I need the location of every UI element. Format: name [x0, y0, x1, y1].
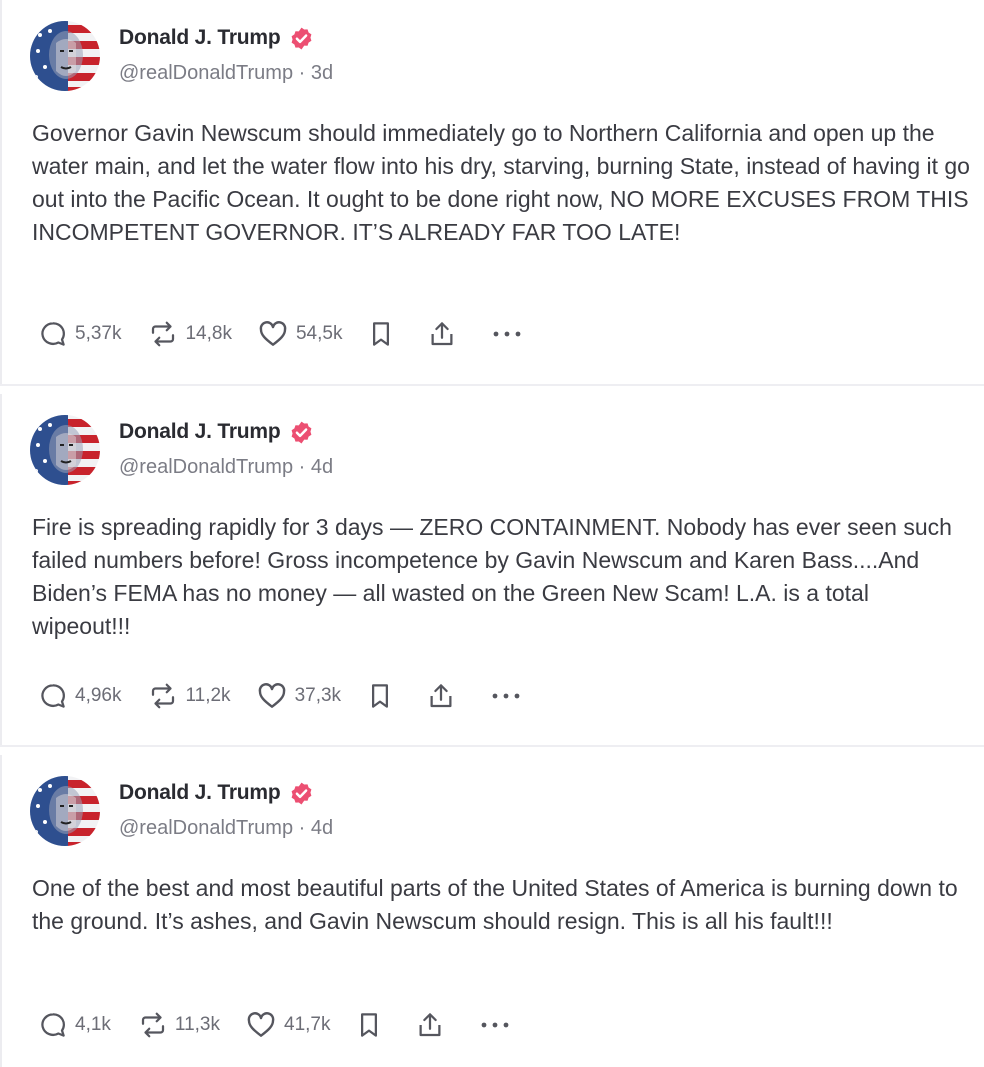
reply-count: 4,1k	[75, 1014, 111, 1035]
speech-bubble-icon	[41, 684, 65, 708]
more-options-button[interactable]	[490, 681, 522, 711]
heart-icon	[258, 683, 285, 708]
author-row: Donald J. Trump	[119, 418, 314, 446]
like-count: 54,5k	[295, 323, 343, 344]
author-row: Donald J. Trump	[119, 779, 314, 807]
like-count: 41,7k	[284, 1014, 331, 1035]
share-button[interactable]	[427, 319, 457, 349]
meta-separator: ·	[293, 62, 311, 84]
bookmark-button[interactable]	[354, 1010, 384, 1040]
post-text: Governor Gavin Newscum should immediatel…	[32, 120, 970, 245]
reply-button[interactable]: 5,37k	[38, 319, 121, 349]
reply-button[interactable]: 4,96k	[38, 681, 121, 711]
ellipsis-icon	[494, 331, 521, 337]
post[interactable]: Donald J. Trump @realDonaldTrump · 4d Fi…	[0, 394, 984, 745]
share-button[interactable]	[415, 1010, 445, 1040]
author-handle[interactable]: @realDonaldTrump	[119, 456, 293, 478]
post[interactable]: Donald J. Trump @realDonaldTrump · 3d Go…	[0, 0, 984, 384]
post[interactable]: Donald J. Trump @realDonaldTrump · 4d On…	[0, 755, 984, 1067]
share-upload-icon	[430, 684, 452, 708]
bookmark-icon	[373, 322, 390, 346]
post-time[interactable]: 4d	[311, 456, 333, 478]
avatar-image	[30, 415, 100, 485]
reply-button[interactable]: 4,1k	[38, 1010, 111, 1040]
more-options-button[interactable]	[479, 1010, 511, 1040]
author-meta: @realDonaldTrump · 4d	[119, 456, 333, 479]
like-button[interactable]: 37,3k	[256, 680, 341, 712]
like-button[interactable]: 41,7k	[245, 1009, 330, 1041]
post-actions: 4,1k 11,3k 41,7k	[38, 1007, 511, 1043]
avatar[interactable]	[30, 415, 100, 485]
avatar[interactable]	[30, 776, 100, 846]
avatar-image	[30, 21, 100, 91]
heart-icon	[259, 321, 287, 346]
repost-arrows-icon	[152, 321, 175, 347]
repost-count: 11,2k	[185, 685, 231, 706]
repost-arrows-icon	[141, 1012, 165, 1038]
like-count: 37,3k	[294, 685, 342, 706]
ellipsis-icon	[492, 693, 520, 699]
author-meta: @realDonaldTrump · 4d	[119, 817, 333, 840]
bookmark-button[interactable]	[365, 681, 395, 711]
bookmark-button[interactable]	[366, 319, 396, 349]
reply-count: 4,96k	[75, 685, 122, 706]
repost-button[interactable]: 11,3k	[138, 1010, 220, 1040]
post-text: One of the best and most beautiful parts…	[32, 875, 958, 934]
verified-badge-icon	[289, 26, 314, 51]
author-name[interactable]: Donald J. Trump	[119, 781, 281, 805]
verified-badge-icon	[289, 420, 314, 445]
repost-button[interactable]: 14,8k	[148, 319, 232, 349]
post-time[interactable]: 4d	[311, 817, 333, 839]
repost-button[interactable]: 11,2k	[148, 681, 231, 711]
heart-icon	[247, 1012, 275, 1037]
bookmark-icon	[361, 1013, 378, 1037]
share-upload-icon	[431, 322, 453, 346]
repost-count: 11,3k	[174, 1014, 220, 1035]
repost-arrows-icon	[152, 683, 175, 709]
author-name[interactable]: Donald J. Trump	[119, 26, 281, 50]
reply-count: 5,37k	[75, 323, 122, 344]
share-upload-icon	[419, 1013, 441, 1037]
feed: Donald J. Trump @realDonaldTrump · 3d Go…	[0, 0, 984, 1067]
post-divider	[0, 384, 984, 386]
post-actions: 4,96k 11,2k 37,3k	[38, 678, 522, 714]
meta-separator: ·	[293, 456, 311, 478]
meta-separator: ·	[293, 817, 311, 839]
bookmark-icon	[372, 684, 389, 708]
author-name[interactable]: Donald J. Trump	[119, 420, 281, 444]
author-handle[interactable]: @realDonaldTrump	[119, 62, 293, 84]
verified-badge-icon	[289, 781, 314, 806]
post-text: Fire is spreading rapidly for 3 days — Z…	[32, 514, 952, 639]
author-handle[interactable]: @realDonaldTrump	[119, 817, 293, 839]
post-time[interactable]: 3d	[311, 62, 333, 84]
speech-bubble-icon	[41, 322, 65, 346]
share-button[interactable]	[426, 681, 456, 711]
repost-count: 14,8k	[185, 323, 232, 344]
more-options-button[interactable]	[491, 319, 523, 349]
ellipsis-icon	[482, 1022, 509, 1028]
post-actions: 5,37k 14,8k 54,5k	[38, 316, 523, 352]
speech-bubble-icon	[41, 1013, 65, 1037]
post-divider	[0, 745, 984, 747]
author-meta: @realDonaldTrump · 3d	[119, 62, 333, 85]
like-button[interactable]: 54,5k	[257, 318, 342, 350]
avatar[interactable]	[30, 21, 100, 91]
author-row: Donald J. Trump	[119, 24, 314, 52]
avatar-image	[30, 776, 100, 846]
